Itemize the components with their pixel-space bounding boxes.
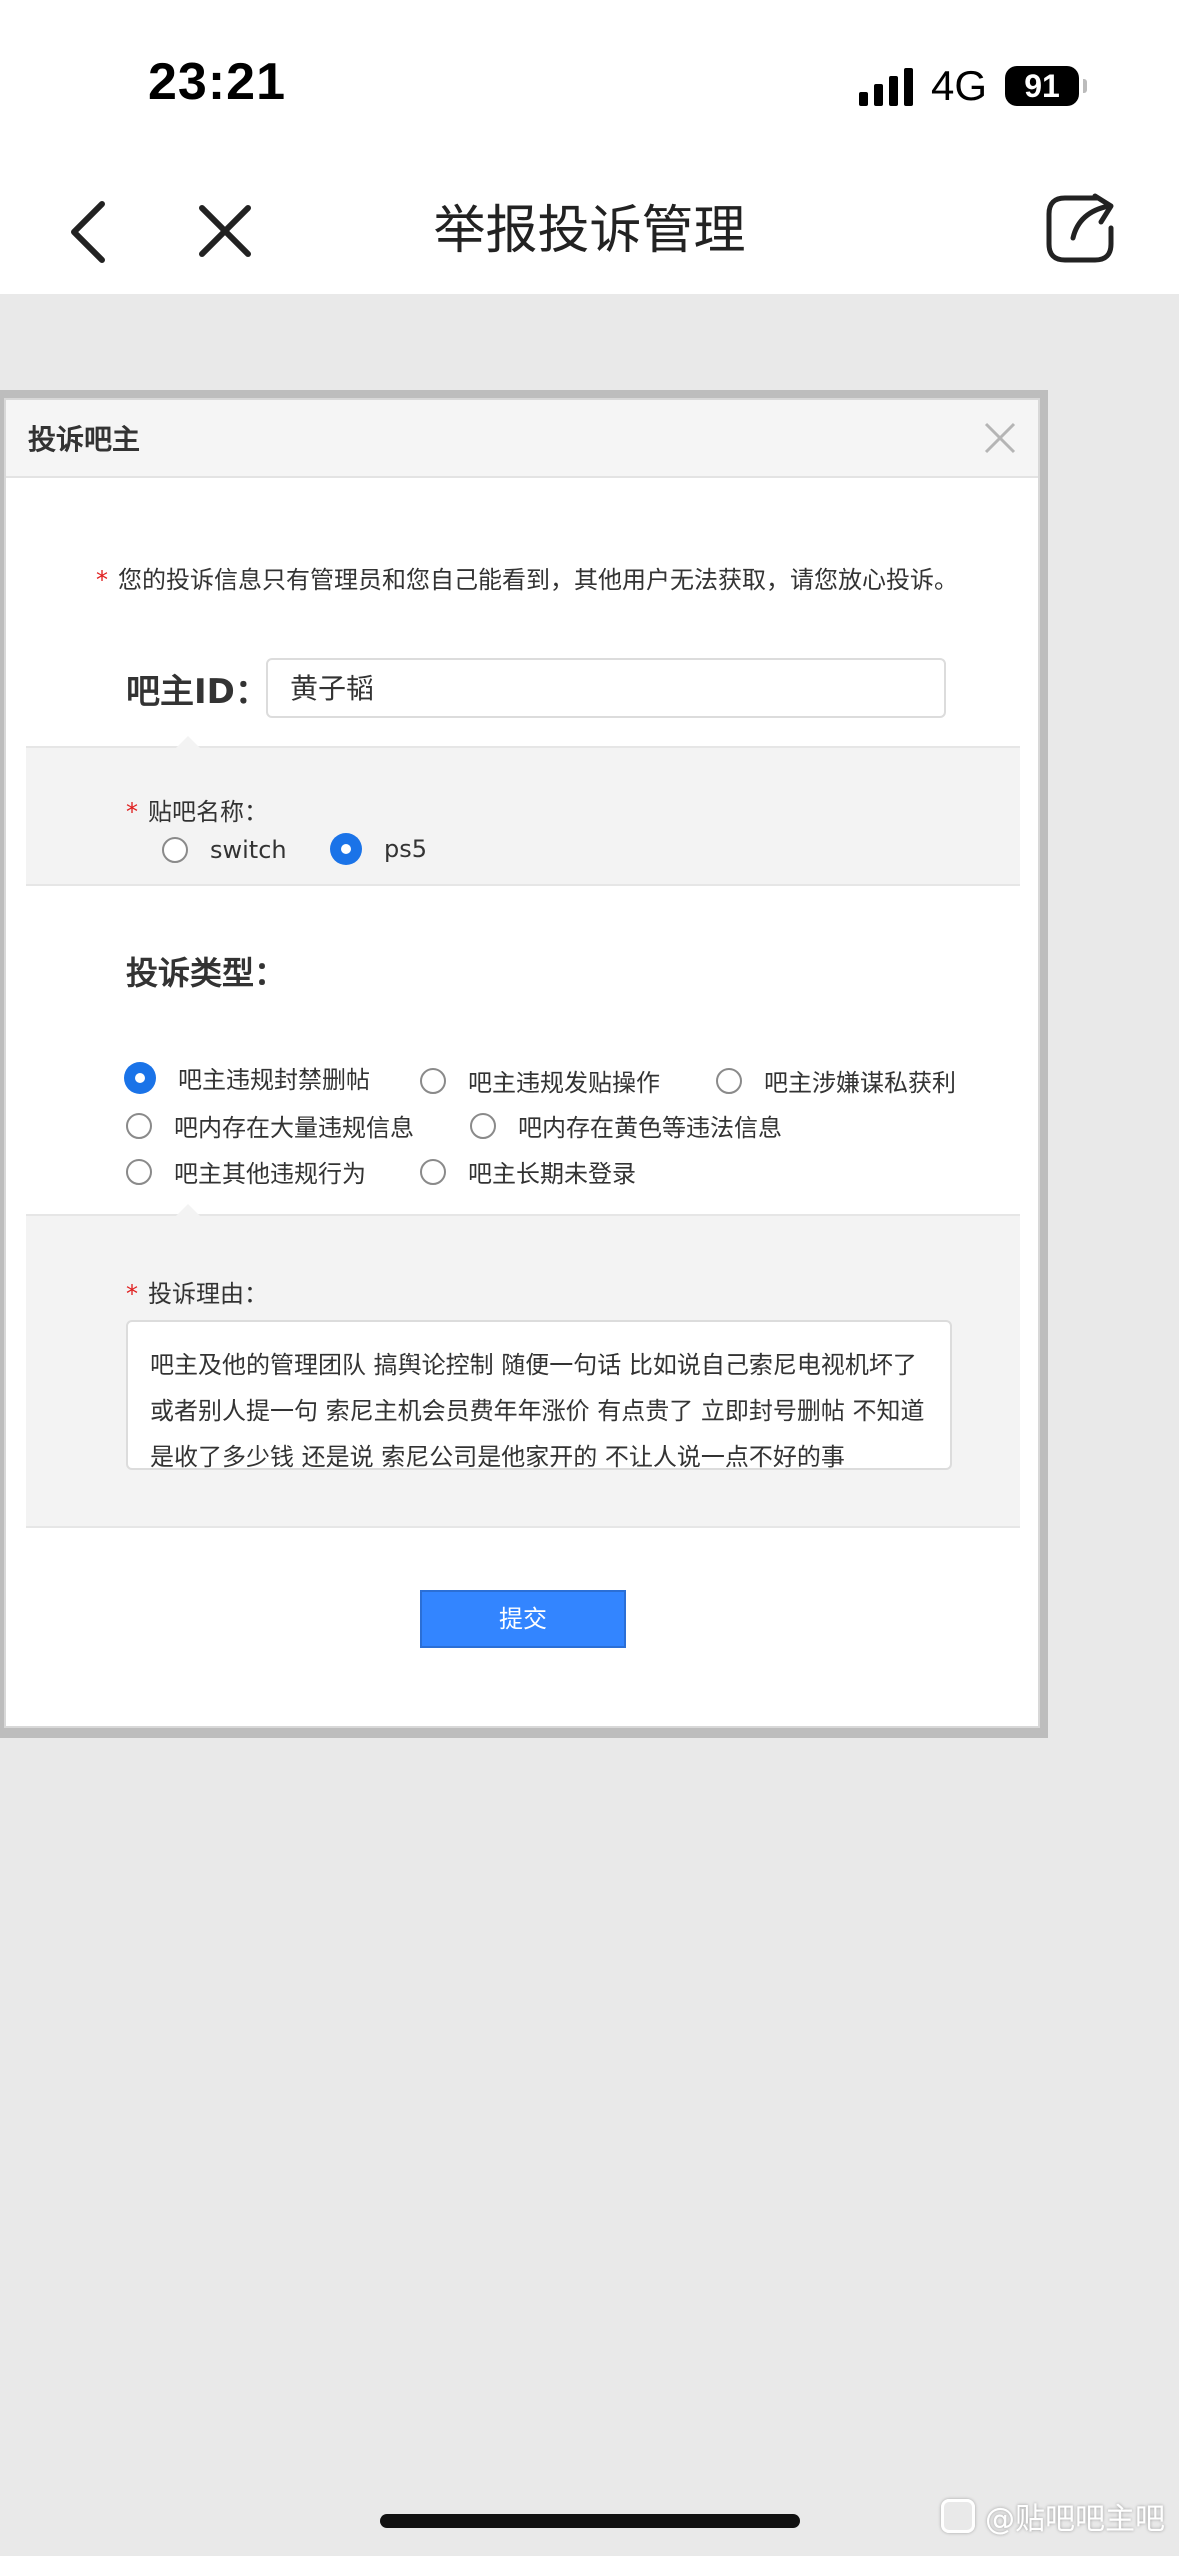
owner-id-label: 吧主ID： [126,672,269,712]
required-mark: * [126,1280,138,1308]
type-option-3[interactable]: 吧主涉嫌谋私获利 [716,1063,956,1098]
forum-option-label: ps5 [384,835,428,863]
type-option-label: 吧内存在大量违规信息 [174,1114,414,1142]
watermark-text: @贴吧吧主吧 [985,2502,1165,2537]
type-option-label: 吧主涉嫌谋私获利 [764,1069,956,1097]
required-mark: * [96,566,108,594]
type-option-1[interactable]: 吧主违规封禁删帖 [124,1060,370,1095]
type-option-label: 吧主违规封禁删帖 [178,1066,370,1094]
section-notch [176,736,200,748]
forum-option-ps5[interactable]: ps5 [330,833,427,865]
nav-bar: 举报投诉管理 [0,170,1179,294]
status-indicators: 4G 91 [858,62,1087,110]
signal-icon [858,66,913,106]
type-option-4[interactable]: 吧内存在大量违规信息 [126,1108,414,1143]
radio-unchecked-icon[interactable] [126,1158,152,1185]
type-option-6[interactable]: 吧主其他违规行为 [126,1154,366,1189]
home-indicator[interactable] [380,2514,800,2528]
network-label: 4G [930,62,987,109]
complaint-reason-label: * 投诉理由： [126,1280,268,1308]
owner-id-row: 吧主ID： 黄子韬 [126,658,956,722]
radio-checked-icon[interactable] [124,1061,156,1094]
share-icon[interactable] [1037,186,1123,272]
battery-icon: 91 [1005,66,1087,106]
type-option-label: 吧主违规发贴操作 [468,1069,660,1097]
complaint-reason-section: * 投诉理由： 吧主及他的管理团队 搞舆论控制 随便一句话 比如说自己索尼电视机坏… [26,1204,1020,1528]
radio-unchecked-icon[interactable] [420,1158,446,1185]
radio-unchecked-icon[interactable] [716,1067,742,1094]
status-time: 23:21 [148,53,286,111]
type-option-2[interactable]: 吧主违规发贴操作 [420,1063,660,1098]
forum-name-section: * 贴吧名称： switch ps5 [26,736,1020,886]
forum-option-switch[interactable]: switch [162,836,287,864]
watermark: @贴吧吧主吧 [941,2494,1165,2538]
section-notch [176,1204,200,1216]
type-option-label: 吧内存在黄色等违法信息 [518,1114,782,1142]
complaint-type-label: 投诉类型： [126,954,287,992]
owner-id-input[interactable]: 黄子韬 [266,658,946,718]
forum-option-label: switch [210,836,287,864]
complaint-dialog: 投诉吧主 * 您的投诉信息只有管理员和您自己能看到，其他用户无法获取，请您放心投诉… [4,398,1040,1728]
radio-unchecked-icon[interactable] [126,1112,152,1139]
complaint-reason-textarea[interactable]: 吧主及他的管理团队 搞舆论控制 随便一句话 比如说自己索尼电视机坏了 或者别人提… [126,1320,952,1470]
privacy-notice: * 您的投诉信息只有管理员和您自己能看到，其他用户无法获取，请您放心投诉。 [96,560,1016,595]
dialog-header: 投诉吧主 [6,400,1038,478]
required-mark: * [126,798,138,826]
radio-checked-icon[interactable] [330,833,362,865]
page-title: 举报投诉管理 [433,201,746,261]
type-option-label: 吧主长期未登录 [468,1160,636,1188]
radio-unchecked-icon[interactable] [470,1112,496,1139]
submit-button[interactable]: 提交 [420,1590,626,1648]
tieba-logo-icon [941,2499,975,2533]
dialog-close-icon[interactable] [980,418,1020,458]
radio-unchecked-icon[interactable] [162,837,188,863]
notice-text: 您的投诉信息只有管理员和您自己能看到，其他用户无法获取，请您放心投诉。 [118,566,958,594]
radio-unchecked-icon[interactable] [420,1067,446,1094]
type-option-label: 吧主其他违规行为 [174,1160,366,1188]
forum-name-label: * 贴吧名称： [126,798,268,826]
dialog-title: 投诉吧主 [28,423,141,456]
type-option-7[interactable]: 吧主长期未登录 [420,1154,636,1189]
type-option-5[interactable]: 吧内存在黄色等违法信息 [470,1108,782,1143]
status-bar: 23:21 4G 91 [0,0,1179,170]
